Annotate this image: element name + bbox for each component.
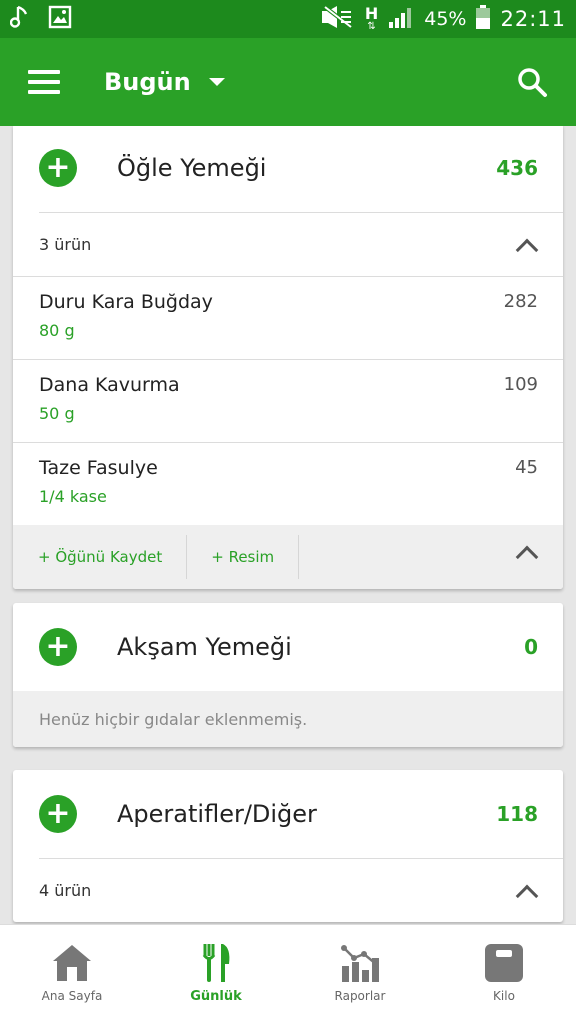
add-food-button[interactable]: + <box>39 795 77 833</box>
image-icon <box>48 5 72 33</box>
meal-card-snacks: + Aperatifler/Diğer 118 4 ürün <box>13 770 563 922</box>
nav-weight[interactable]: Kilo <box>432 925 576 1024</box>
bottom-navigation: Ana Sayfa Günlük Raporlar Kilo <box>0 924 576 1024</box>
meal-title: Akşam Yemeği <box>117 633 292 661</box>
add-food-button[interactable]: + <box>39 149 77 187</box>
meal-title: Aperatifler/Diğer <box>117 800 317 828</box>
meal-header: + Öğle Yemeği 436 <box>13 126 563 212</box>
nav-diary[interactable]: Günlük <box>144 925 288 1024</box>
meal-calories: 118 <box>496 802 538 826</box>
meal-calories: 436 <box>496 156 538 180</box>
meal-card-lunch: + Öğle Yemeği 436 3 ürün Duru Kara Buğda… <box>13 126 563 589</box>
status-bar: H ⇅ 45% 22:11 <box>0 0 576 38</box>
nav-label: Raporlar <box>334 989 386 1003</box>
meal-card-dinner: + Akşam Yemeği 0 Henüz hiçbir gıdalar ek… <box>13 603 563 747</box>
music-note-icon <box>9 5 30 33</box>
meal-header: + Akşam Yemeği 0 <box>13 603 563 691</box>
add-photo-button[interactable]: + Resim <box>187 535 298 579</box>
meal-actions: + Öğünü Kaydet + Resim <box>13 525 563 589</box>
food-calories: 45 <box>515 457 538 478</box>
app-bar: Bugün <box>0 38 576 126</box>
food-name: Duru Kara Buğday <box>39 291 213 313</box>
collapse-chevron-icon[interactable] <box>515 545 539 569</box>
network-type: H <box>364 4 379 23</box>
nav-label: Ana Sayfa <box>41 989 103 1003</box>
data-arrows-icon: ⇅ <box>367 21 376 32</box>
hamburger-menu-icon[interactable] <box>28 70 60 94</box>
chart-icon <box>338 941 382 985</box>
food-calories: 109 <box>503 374 538 395</box>
nav-reports[interactable]: Raporlar <box>288 925 432 1024</box>
food-quantity: 50 g <box>39 404 75 423</box>
search-icon[interactable] <box>516 66 548 98</box>
item-count: 4 ürün <box>39 881 92 900</box>
battery-icon <box>476 4 491 34</box>
add-food-button[interactable]: + <box>39 628 77 666</box>
meal-calories: 0 <box>524 635 538 659</box>
fork-knife-icon <box>194 941 238 985</box>
diary-content[interactable]: + Öğle Yemeği 436 3 ürün Duru Kara Buğda… <box>0 126 576 924</box>
empty-meal-message: Henüz hiçbir gıdalar eklenmemiş. <box>13 691 563 747</box>
food-calories: 282 <box>503 291 538 312</box>
home-icon <box>50 941 94 985</box>
page-title: Bugün <box>104 68 191 96</box>
meal-title: Öğle Yemeği <box>117 154 267 182</box>
food-name: Taze Fasulye <box>39 457 158 479</box>
mute-icon <box>321 4 355 33</box>
meal-header: + Aperatifler/Diğer 118 <box>13 770 563 858</box>
item-count-toggle[interactable]: 3 ürün <box>39 212 563 276</box>
chevron-up-icon <box>515 238 539 261</box>
dropdown-caret-icon <box>208 78 225 86</box>
nav-home[interactable]: Ana Sayfa <box>0 925 144 1024</box>
signal-icon <box>388 6 414 33</box>
nav-label: Kilo <box>493 989 515 1003</box>
food-item[interactable]: Taze Fasulye 1/4 kase 45 <box>13 442 563 525</box>
food-item[interactable]: Duru Kara Buğday 80 g 282 <box>13 276 563 359</box>
food-item[interactable]: Dana Kavurma 50 g 109 <box>13 359 563 442</box>
divider <box>298 535 300 579</box>
item-count: 3 ürün <box>39 235 92 254</box>
date-selector[interactable]: Bugün <box>104 68 225 96</box>
item-count-toggle[interactable]: 4 ürün <box>39 858 563 922</box>
chevron-up-icon <box>515 884 539 907</box>
nav-label: Günlük <box>190 989 242 1004</box>
scale-icon <box>482 941 526 985</box>
battery-percent: 45% <box>424 8 467 30</box>
food-quantity: 80 g <box>39 321 75 340</box>
food-quantity: 1/4 kase <box>39 487 107 506</box>
clock: 22:11 <box>500 7 566 31</box>
save-meal-button[interactable]: + Öğünü Kaydet <box>13 535 186 579</box>
food-name: Dana Kavurma <box>39 374 180 396</box>
